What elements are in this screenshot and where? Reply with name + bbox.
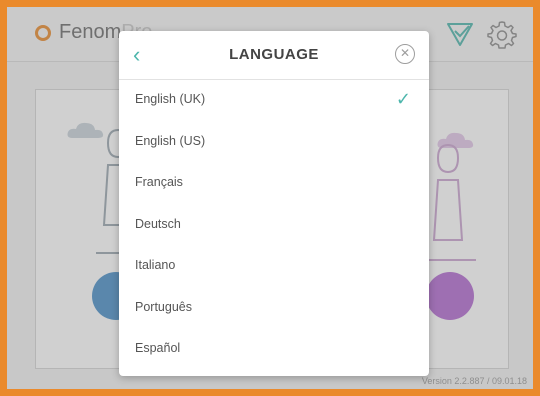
language-option-espanol[interactable]: Español: [119, 328, 429, 370]
language-option-italiano[interactable]: Italiano: [119, 245, 429, 287]
language-option-english-uk[interactable]: English (UK) ✓: [119, 79, 429, 121]
language-list: English (UK) ✓ English (US) Français Deu…: [119, 79, 429, 370]
language-option-deutsch[interactable]: Deutsch: [119, 204, 429, 246]
device-frame: FenomPro: [0, 0, 540, 396]
app-screen: FenomPro: [7, 7, 533, 389]
checkmark-icon: ✓: [395, 89, 411, 109]
close-icon[interactable]: ✕: [395, 44, 415, 64]
language-option-english-us[interactable]: English (US): [119, 121, 429, 163]
dialog-header: ‹ LANGUAGE ✕: [119, 31, 429, 80]
language-label: Español: [135, 341, 181, 355]
language-label: Português: [135, 299, 192, 314]
language-dialog: ‹ LANGUAGE ✕ English (UK) ✓ English (US)…: [119, 31, 429, 376]
language-label: English (UK): [135, 92, 206, 106]
language-option-francais[interactable]: Français: [119, 162, 429, 204]
language-option-portugues[interactable]: Português: [119, 287, 429, 329]
language-label: Italiano: [135, 258, 176, 272]
language-label: Français: [135, 175, 183, 189]
language-label: English (US): [135, 133, 206, 148]
dialog-title: LANGUAGE: [229, 46, 319, 63]
language-label: Deutsch: [135, 216, 181, 231]
